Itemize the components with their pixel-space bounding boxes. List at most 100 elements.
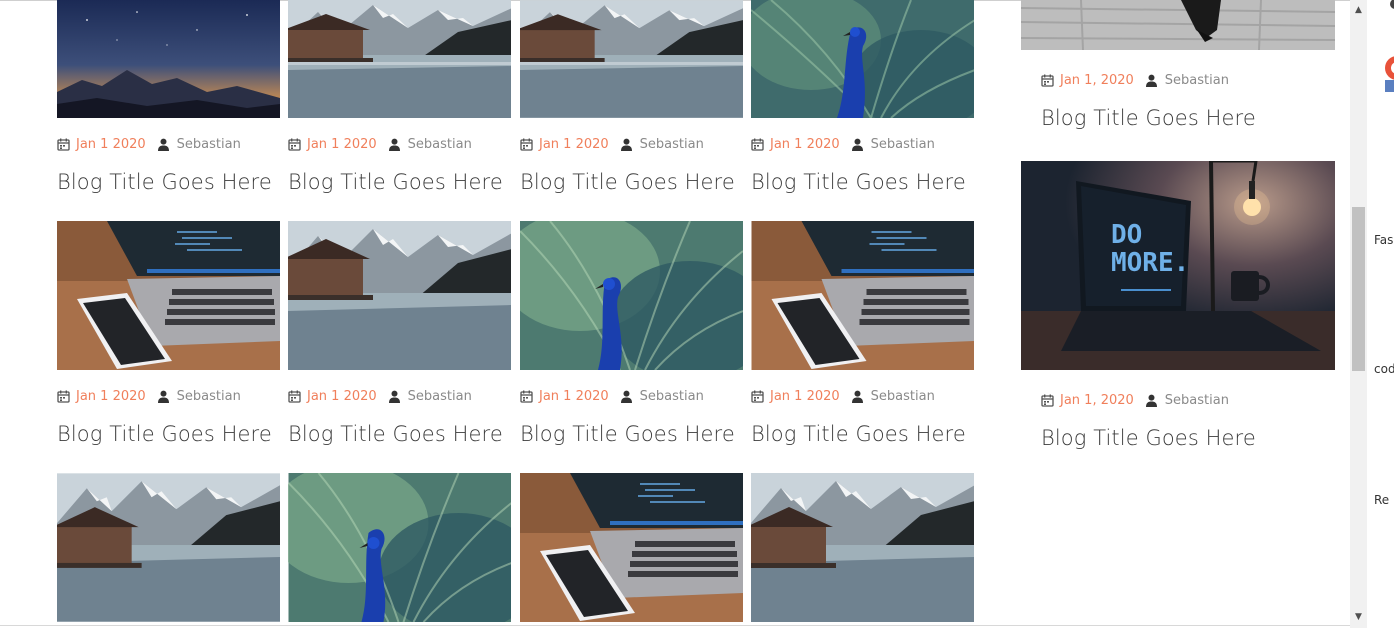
user-icon <box>388 138 401 151</box>
post-date[interactable]: Jan 1, 2020 <box>1060 393 1134 408</box>
post-author[interactable]: Sebastian <box>640 389 704 404</box>
post-meta: Jan 1 2020 Sebastian <box>57 387 241 405</box>
desktop-label-2: cod <box>1374 362 1394 376</box>
blog-card-image[interactable] <box>288 221 511 370</box>
post-title[interactable]: Blog Title Goes Here <box>1041 426 1256 450</box>
peacock-image <box>288 473 511 622</box>
sidebar-post-image[interactable] <box>1021 0 1335 50</box>
do-more-laptop-image: DO MORE. <box>1021 161 1335 370</box>
blog-card-image[interactable] <box>520 473 743 622</box>
post-date[interactable]: Jan 1 2020 <box>307 389 377 404</box>
lake-boathouse-image <box>288 221 511 370</box>
user-icon <box>851 138 864 151</box>
laptop-phone-image <box>57 221 280 370</box>
blog-card-image[interactable] <box>57 473 280 622</box>
starry-mountain-sky-image <box>57 0 280 118</box>
svg-text:DO: DO <box>1111 220 1142 250</box>
post-date[interactable]: Jan 1 2020 <box>770 137 840 152</box>
blog-card-image[interactable] <box>520 221 743 370</box>
lake-boathouse-image <box>57 473 280 622</box>
bottom-divider <box>0 625 1350 626</box>
user-icon <box>1145 394 1158 407</box>
post-date[interactable]: Jan 1 2020 <box>539 389 609 404</box>
post-author[interactable]: Sebastian <box>640 137 704 152</box>
lake-boathouse-image <box>288 0 511 118</box>
post-title[interactable]: Blog Title Goes Here <box>288 422 503 446</box>
calendar-icon <box>1041 74 1054 87</box>
scrollbar-thumb[interactable] <box>1352 207 1365 371</box>
post-author[interactable]: Sebastian <box>871 389 935 404</box>
svg-text:MORE.: MORE. <box>1111 248 1189 278</box>
background-window-strip: Fas cod Re <box>1367 0 1394 628</box>
post-date[interactable]: Jan 1 2020 <box>76 137 146 152</box>
blog-card-image[interactable] <box>57 0 280 118</box>
user-icon <box>620 390 633 403</box>
page-viewport: Jan 1 2020 Sebastian Blog Title Goes Her… <box>0 0 1350 628</box>
laptop-phone-image <box>520 473 743 622</box>
post-meta: Jan 1 2020 Sebastian <box>751 387 935 405</box>
post-meta: Jan 1 2020 Sebastian <box>520 387 704 405</box>
blog-card-image[interactable] <box>751 221 974 370</box>
lake-boathouse-image <box>520 0 743 118</box>
post-meta: Jan 1 2020 Sebastian <box>288 135 472 153</box>
calendar-icon <box>288 390 301 403</box>
post-title[interactable]: Blog Title Goes Here <box>751 422 966 446</box>
post-author[interactable]: Sebastian <box>177 389 241 404</box>
blog-card-image[interactable] <box>751 0 974 118</box>
post-title[interactable]: Blog Title Goes Here <box>57 422 272 446</box>
post-date[interactable]: Jan 1 2020 <box>76 389 146 404</box>
vertical-scrollbar[interactable]: ▲ ▼ <box>1350 0 1367 628</box>
dark-wood-photo-image <box>1021 0 1335 50</box>
post-title[interactable]: Blog Title Goes Here <box>751 170 966 194</box>
calendar-icon <box>520 138 533 151</box>
lake-boathouse-image <box>751 473 974 622</box>
post-meta: Jan 1, 2020 Sebastian <box>1041 391 1229 409</box>
post-title[interactable]: Blog Title Goes Here <box>1041 106 1256 130</box>
post-meta: Jan 1 2020 Sebastian <box>288 387 472 405</box>
post-author[interactable]: Sebastian <box>408 137 472 152</box>
post-title[interactable]: Blog Title Goes Here <box>520 422 735 446</box>
post-author[interactable]: Sebastian <box>1165 393 1229 408</box>
app-icons-partial <box>1385 0 1394 92</box>
user-icon <box>620 138 633 151</box>
desktop-label-1: Fas <box>1374 233 1394 247</box>
calendar-icon <box>57 390 70 403</box>
post-date[interactable]: Jan 1 2020 <box>307 137 377 152</box>
calendar-icon <box>288 138 301 151</box>
post-date[interactable]: Jan 1, 2020 <box>1060 73 1134 88</box>
user-icon <box>1145 74 1158 87</box>
peacock-image <box>520 221 743 370</box>
calendar-icon <box>520 390 533 403</box>
user-icon <box>851 390 864 403</box>
post-meta: Jan 1 2020 Sebastian <box>751 135 935 153</box>
post-author[interactable]: Sebastian <box>408 389 472 404</box>
scroll-down-arrow-icon[interactable]: ▼ <box>1350 609 1367 626</box>
scroll-up-arrow-icon[interactable]: ▲ <box>1350 2 1367 19</box>
laptop-phone-image <box>751 221 974 370</box>
post-title[interactable]: Blog Title Goes Here <box>520 170 735 194</box>
user-icon <box>388 390 401 403</box>
user-icon <box>157 138 170 151</box>
blog-card-image[interactable] <box>751 473 974 622</box>
blog-card-image[interactable] <box>520 0 743 118</box>
post-author[interactable]: Sebastian <box>871 137 935 152</box>
post-date[interactable]: Jan 1 2020 <box>539 137 609 152</box>
calendar-icon <box>57 138 70 151</box>
user-icon <box>157 390 170 403</box>
post-meta: Jan 1 2020 Sebastian <box>520 135 704 153</box>
post-meta: Jan 1, 2020 Sebastian <box>1041 71 1229 89</box>
post-author[interactable]: Sebastian <box>177 137 241 152</box>
peacock-image <box>751 0 974 118</box>
calendar-icon <box>751 390 764 403</box>
blog-card-image[interactable] <box>288 473 511 622</box>
blog-card-image[interactable] <box>288 0 511 118</box>
blog-card-image[interactable] <box>57 221 280 370</box>
desktop-label-3: Re <box>1374 493 1390 507</box>
post-date[interactable]: Jan 1 2020 <box>770 389 840 404</box>
post-author[interactable]: Sebastian <box>1165 73 1229 88</box>
post-title[interactable]: Blog Title Goes Here <box>288 170 503 194</box>
post-meta: Jan 1 2020 Sebastian <box>57 135 241 153</box>
calendar-icon <box>751 138 764 151</box>
post-title[interactable]: Blog Title Goes Here <box>57 170 272 194</box>
sidebar-post-image[interactable]: DO MORE. <box>1021 161 1335 370</box>
